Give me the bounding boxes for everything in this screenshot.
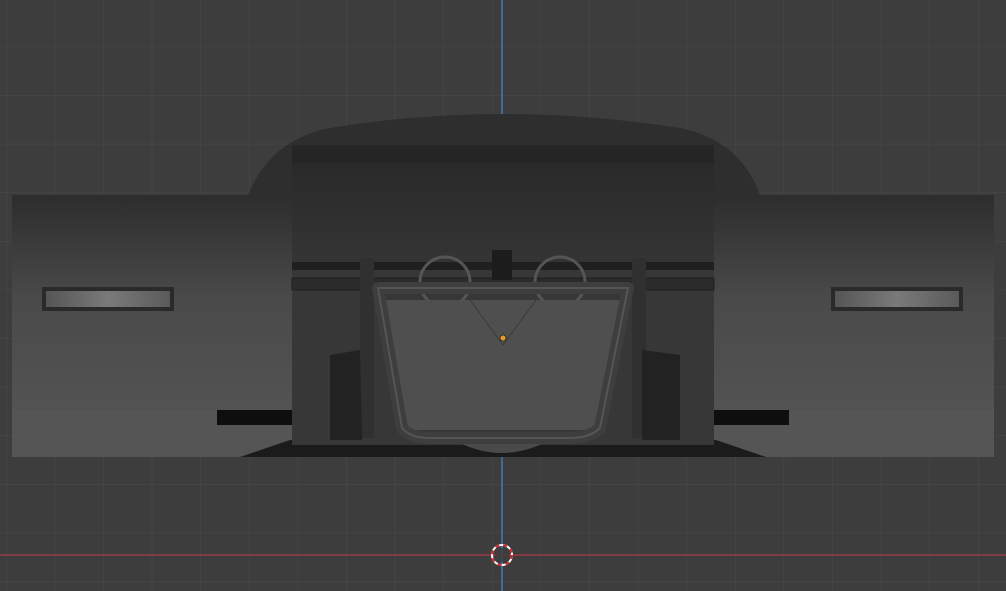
origin-dot-icon[interactable] — [499, 334, 507, 342]
left-pillar — [360, 258, 374, 438]
left-box — [330, 350, 362, 440]
3d-viewport[interactable] — [0, 0, 1006, 591]
center-post — [492, 250, 512, 280]
left-light-slot — [46, 291, 170, 307]
front-plate — [385, 300, 620, 430]
front-wing-top — [292, 145, 714, 163]
right-pod-vent — [714, 410, 789, 425]
viewport-canvas[interactable] — [0, 0, 1006, 591]
right-box — [642, 350, 680, 440]
right-light-slot — [835, 291, 959, 307]
3d-cursor-icon[interactable] — [491, 544, 513, 566]
left-pod-vent — [217, 410, 292, 425]
